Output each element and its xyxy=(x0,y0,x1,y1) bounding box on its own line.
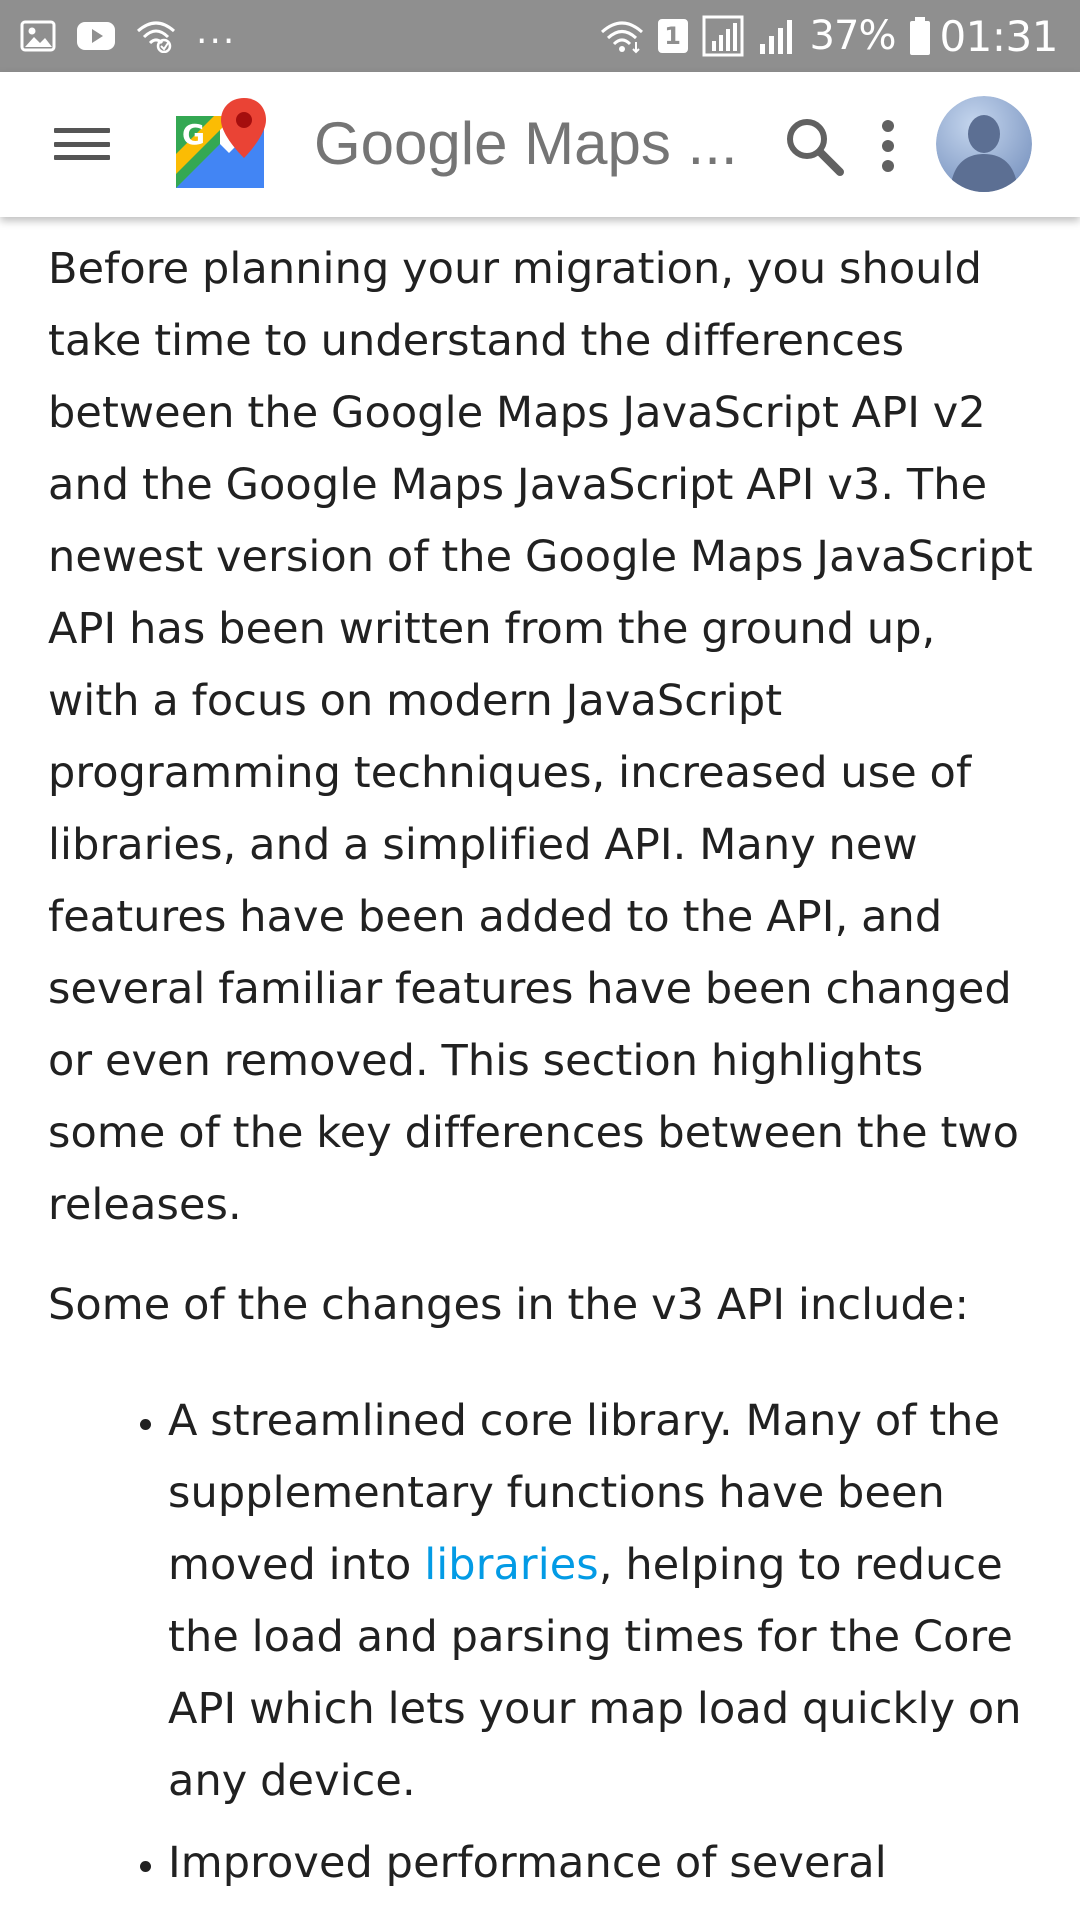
article-paragraph: Before planning your migration, you shou… xyxy=(48,244,1033,1230)
signal-icon xyxy=(759,20,792,54)
wifi-icon xyxy=(600,21,643,54)
status-overflow-indicator: ... xyxy=(196,11,237,52)
more-vert-dot xyxy=(882,160,894,172)
battery-percent: 37% xyxy=(809,13,897,59)
image-icon xyxy=(20,20,56,52)
youtube-icon xyxy=(77,22,115,50)
hamburger-menu-icon xyxy=(54,128,110,133)
search-icon[interactable] xyxy=(780,112,848,180)
more-vert-icon xyxy=(882,120,894,132)
more-vert-dot xyxy=(882,140,894,152)
status-bar-left: ... xyxy=(20,14,256,53)
more-options-button[interactable] xyxy=(866,112,910,180)
page-title: Google Maps ... xyxy=(314,110,734,177)
list-item: A streamlined core library. Many of the … xyxy=(168,1385,1038,1817)
hamburger-menu-line xyxy=(54,155,110,160)
libraries-link[interactable]: libraries xyxy=(424,1540,599,1590)
article-content: Before planning your migration, you shou… xyxy=(48,217,1038,1909)
sim-slot-number: 1 xyxy=(664,22,681,50)
clock: 01:31 xyxy=(939,11,1058,61)
sim-icon: 1 xyxy=(657,19,688,53)
menu-button[interactable] xyxy=(52,116,112,172)
status-bar-right: 1 37% 01:31 xyxy=(586,12,1058,61)
hamburger-menu-line xyxy=(54,141,110,147)
article-paragraph: Some of the changes in the v3 API includ… xyxy=(48,1280,970,1330)
list-item: Improved performance of several xyxy=(168,1827,1038,1899)
logo-letter: G xyxy=(182,118,205,151)
changes-list: A streamlined core library. Many of the … xyxy=(48,1385,1038,1899)
battery-icon xyxy=(910,17,931,55)
wifi-icon xyxy=(137,21,175,53)
signal-icon xyxy=(702,15,744,57)
status-bar: ... 1 37% 01:31 xyxy=(0,0,1080,72)
google-maps-logo-icon: G xyxy=(176,98,266,188)
avatar[interactable] xyxy=(936,96,1032,192)
app-bar: G Google Maps ... xyxy=(0,72,1080,217)
